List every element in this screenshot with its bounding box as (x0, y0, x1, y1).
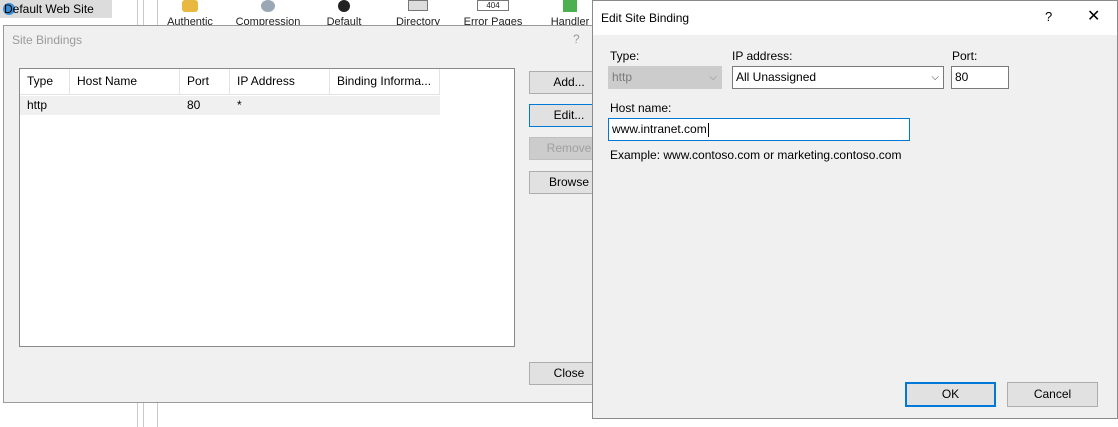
edit-site-binding-dialog: Edit Site Binding ? ✕ Type: http ⌵ IP ad… (592, 0, 1118, 419)
list-header: Type Host Name Port IP Address Binding I… (20, 69, 440, 95)
help-icon[interactable]: ? (573, 32, 580, 46)
chevron-down-icon: ⌵ (709, 72, 717, 83)
tree-item-default-web-site[interactable]: Default Web Site (0, 0, 112, 18)
compression-icon (261, 0, 275, 12)
handler-icon (563, 0, 577, 12)
table-row[interactable]: http 80 * (20, 96, 440, 115)
host-name-field[interactable]: www.intranet.com (608, 118, 910, 141)
feature-error-pages[interactable]: 404 Error Pages (453, 0, 533, 26)
title-bar: Edit Site Binding ? ✕ (593, 1, 1117, 35)
column-header-binding-info[interactable]: Binding Informa... (330, 69, 440, 94)
help-icon[interactable]: ? (1045, 9, 1052, 24)
cell-type: http (27, 98, 48, 112)
feature-compression[interactable]: Compression (228, 0, 308, 26)
host-name-example: Example: www.contoso.com or marketing.co… (610, 148, 902, 162)
cell-port: 80 (187, 98, 201, 112)
column-header-type[interactable]: Type (20, 69, 70, 94)
port-label: Port: (952, 49, 978, 63)
document-check-icon (338, 0, 350, 12)
site-bindings-dialog: Site Bindings ? Type Host Name Port IP A… (3, 25, 609, 403)
dialog-title: Site Bindings (12, 33, 83, 47)
cell-host-name (70, 96, 180, 115)
feature-authentication[interactable]: Authentic (150, 0, 230, 26)
host-name-value: www.intranet.com (612, 122, 707, 136)
feature-default-document[interactable]: Default (304, 0, 384, 26)
type-label: Type: (610, 49, 640, 63)
ip-address-dropdown[interactable]: All Unassigned ⌵ (732, 66, 944, 89)
ok-button[interactable]: OK (905, 382, 996, 407)
cell-binding-info (330, 96, 440, 115)
ip-address-value: All Unassigned (736, 70, 817, 84)
error-page-icon: 404 (477, 0, 509, 11)
bindings-list[interactable]: Type Host Name Port IP Address Binding I… (19, 68, 515, 347)
dialog-title: Edit Site Binding (601, 11, 690, 25)
cell-ip-address: * (237, 98, 242, 112)
text-caret (707, 122, 709, 137)
ip-address-label: IP address: (732, 49, 793, 63)
cancel-button[interactable]: Cancel (1007, 382, 1098, 407)
type-value: http (612, 70, 633, 84)
tree-item-label: Default Web Site (4, 2, 94, 16)
type-dropdown: http ⌵ (608, 66, 722, 89)
column-header-ip-address[interactable]: IP Address (230, 69, 330, 94)
users-icon (182, 0, 198, 12)
port-field[interactable]: 80 (951, 66, 1009, 89)
column-header-host-name[interactable]: Host Name (70, 69, 180, 94)
feature-directory-browsing[interactable]: Directory (378, 0, 458, 26)
column-header-port[interactable]: Port (180, 69, 230, 94)
folder-icon (408, 0, 428, 11)
chevron-down-icon: ⌵ (931, 72, 939, 83)
close-icon[interactable]: ✕ (1087, 6, 1100, 26)
host-name-label: Host name: (610, 101, 672, 115)
